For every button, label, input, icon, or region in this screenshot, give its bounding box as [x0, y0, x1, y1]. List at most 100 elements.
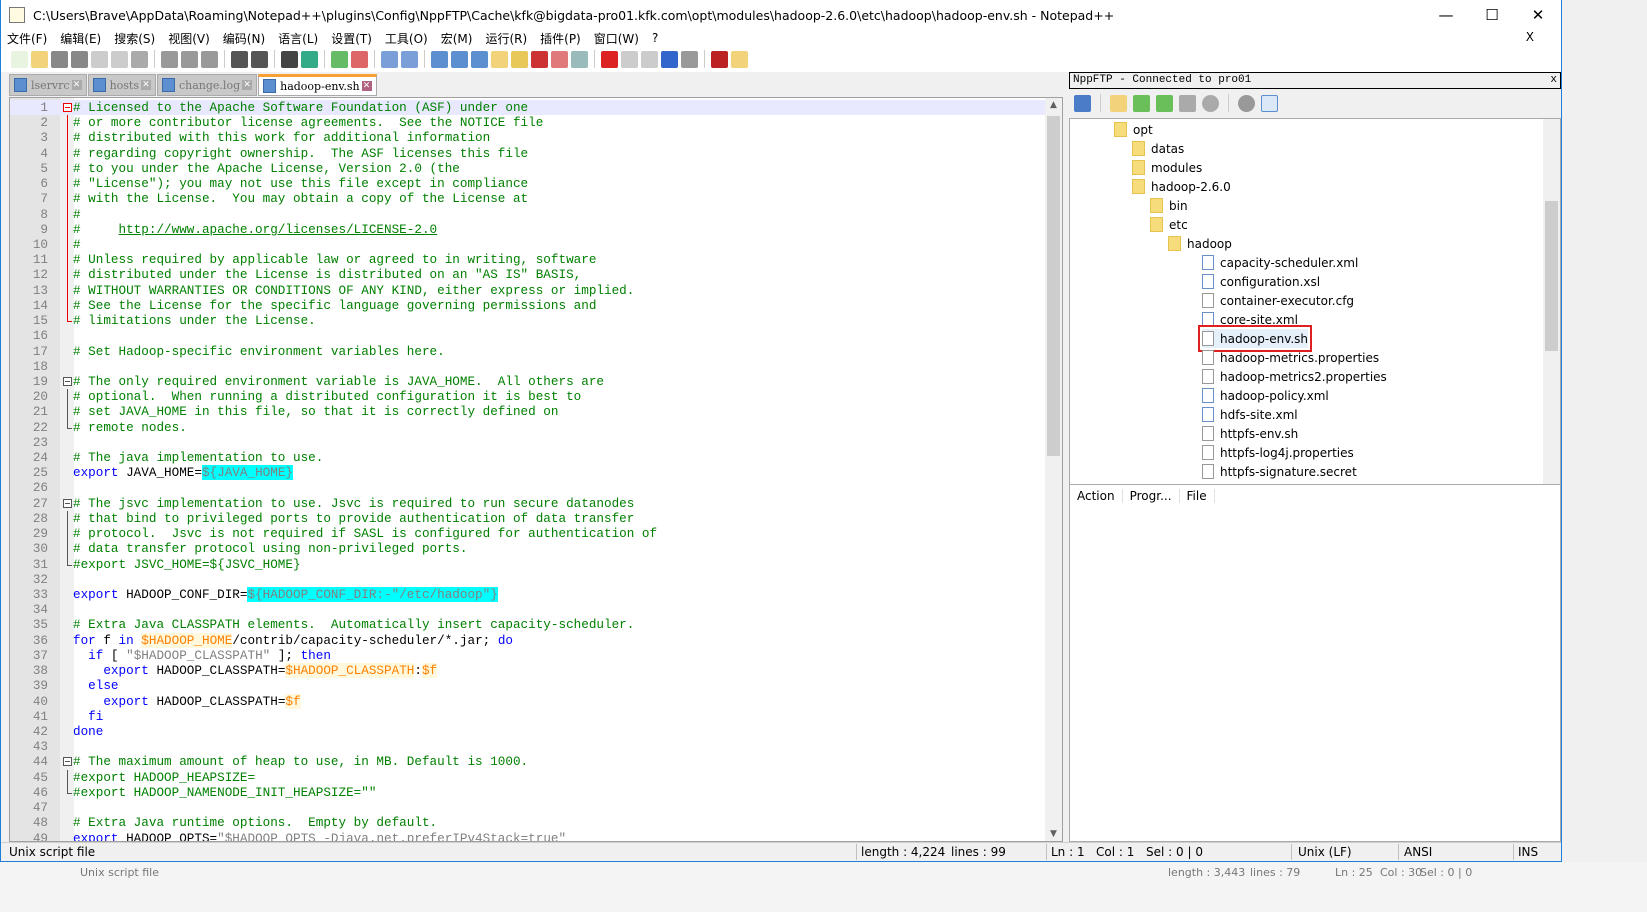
tree-folder[interactable]: opt — [1114, 120, 1153, 139]
undo-icon[interactable] — [231, 50, 248, 68]
code-line[interactable]: 38 export HADOOP_CLASSPATH=$HADOOP_CLASS… — [10, 663, 1046, 679]
menu-plugins[interactable]: 插件(P) — [540, 30, 581, 47]
code-line[interactable]: 35 # Extra Java CLASSPATH elements. Autom… — [10, 617, 1046, 632]
play-icon[interactable] — [641, 50, 658, 68]
code-line[interactable]: 28 # that bind to privileged ports to pro… — [10, 510, 1046, 527]
new-icon[interactable] — [11, 50, 28, 68]
tree-file[interactable]: container-executor.cfg — [1202, 291, 1354, 310]
tree-file[interactable]: capacity-scheduler.xml — [1202, 253, 1358, 272]
code-line[interactable]: 41 fi — [10, 709, 1046, 724]
udl-icon[interactable] — [491, 50, 508, 68]
menu-search[interactable]: 搜索(S) — [114, 30, 155, 47]
code-line[interactable]: 23 — [10, 435, 1046, 450]
tree-file[interactable]: hadoop-policy.xml — [1202, 386, 1329, 405]
code-line[interactable]: 49 export HADOOP_OPTS="$HADOOP_OPTS -Djav… — [10, 831, 1046, 842]
code-line[interactable]: 43 — [10, 739, 1046, 754]
panel-close-button[interactable]: x — [1550, 73, 1557, 88]
code-line[interactable]: 27 # The jsvc implementation to use. Jsvc… — [10, 496, 1046, 511]
cut-icon[interactable] — [161, 50, 178, 68]
tree-file[interactable]: httpfs-log4j.properties — [1202, 443, 1354, 462]
tree-folder[interactable]: datas — [1132, 139, 1184, 158]
column-progress[interactable]: Progr... — [1123, 489, 1180, 503]
tab-change-log[interactable]: change.log ✕ — [157, 74, 258, 96]
replace-icon[interactable] — [301, 50, 318, 68]
tree-folder[interactable]: bin — [1150, 196, 1188, 215]
code-line[interactable]: 39 else — [10, 678, 1046, 693]
tree-file[interactable]: hadoop-env.sh — [1197, 325, 1313, 352]
menu-window[interactable]: 窗口(W) — [594, 30, 639, 47]
indent-guide-icon[interactable] — [471, 50, 488, 68]
fold-toggle-icon[interactable] — [63, 496, 72, 511]
menu-settings[interactable]: 设置(T) — [331, 30, 372, 47]
tab-hosts[interactable]: hosts ✕ — [87, 74, 156, 96]
code-line[interactable]: 42 done — [10, 724, 1046, 739]
code-line[interactable]: 26 — [10, 480, 1046, 495]
tab-lservrc[interactable]: lservrc ✕ — [9, 74, 87, 96]
doc-map-icon[interactable] — [511, 50, 528, 68]
code-line[interactable]: 22 # remote nodes. — [10, 419, 1046, 435]
tab-close-icon[interactable]: ✕ — [361, 81, 372, 91]
folder-workspace-icon[interactable] — [551, 50, 568, 68]
save-macro-icon[interactable] — [681, 50, 698, 68]
menu-encoding[interactable]: 编码(N) — [223, 30, 265, 47]
stop-icon[interactable] — [621, 50, 638, 68]
tree-file[interactable]: hadoop-metrics2.properties — [1202, 367, 1387, 386]
code-line[interactable]: 6 # "License"); you may not use this file… — [10, 176, 1046, 192]
scrollbar-thumb[interactable] — [1545, 201, 1558, 351]
scroll-down-arrow-icon[interactable]: ▼ — [1045, 829, 1062, 839]
code-line[interactable]: 14 # See the License for the specific lan… — [10, 297, 1046, 314]
zoom-in-icon[interactable] — [331, 50, 348, 68]
settings-gear-icon[interactable] — [1238, 94, 1255, 112]
code-line[interactable]: 18 — [10, 359, 1046, 374]
record-icon[interactable] — [601, 50, 618, 68]
code-line[interactable]: 33 export HADOOP_CONF_DIR=${HADOOP_CONF_D… — [10, 587, 1046, 602]
code-line[interactable]: 34 — [10, 602, 1046, 617]
scroll-up-arrow-icon[interactable]: ▲ — [1045, 100, 1062, 110]
code-line[interactable]: 37 if [ "$HADOOP_CLASSPATH" ]; then — [10, 648, 1046, 663]
find-icon[interactable] — [281, 50, 298, 68]
upload-icon[interactable] — [1156, 94, 1173, 112]
close-all-icon[interactable] — [111, 50, 128, 68]
code-line[interactable]: 19 # The only required environment variab… — [10, 374, 1046, 389]
scrollbar-thumb[interactable] — [1047, 116, 1060, 456]
code-editor[interactable]: 1 # Licensed to the Apache Software Found… — [9, 97, 1063, 842]
menu-file[interactable]: 文件(F) — [7, 30, 47, 47]
code-line[interactable]: 48 # Extra Java runtime options. Empty by… — [10, 815, 1046, 830]
abort-icon[interactable] — [1202, 94, 1219, 112]
code-line[interactable]: 44 # The maximum amount of heap to use, i… — [10, 754, 1046, 769]
redo-icon[interactable] — [251, 50, 268, 68]
code-line[interactable]: 7 # with the License. You may obtain a co… — [10, 191, 1046, 207]
column-action[interactable]: Action — [1070, 489, 1123, 503]
code-line[interactable]: 25 export JAVA_HOME=${JAVA_HOME} — [10, 465, 1046, 481]
code-line[interactable]: 5 # to you under the Apache License, Vers… — [10, 160, 1046, 177]
code-line[interactable]: 21 # set JAVA_HOME in this file, so that … — [10, 404, 1046, 420]
tab-close-icon[interactable]: ✕ — [242, 80, 253, 90]
connect-icon[interactable] — [1074, 94, 1091, 112]
tree-file[interactable]: hdfs-site.xml — [1202, 405, 1298, 424]
code-line[interactable]: 11 # Unless required by applicable law or… — [10, 252, 1046, 268]
menu-edit[interactable]: 编辑(E) — [60, 30, 101, 47]
code-line[interactable]: 20 # optional. When running a distributed… — [10, 389, 1046, 405]
tree-folder[interactable]: hadoop-2.6.0 — [1132, 177, 1231, 196]
tab-hadoop-env-sh[interactable]: hadoop-env.sh ✕ — [258, 74, 377, 96]
code-line[interactable]: 47 — [10, 800, 1046, 815]
code-line[interactable]: 31 #export JSVC_HOME=${JSVC_HOME} — [10, 556, 1046, 572]
code-line[interactable]: 13 # WITHOUT WARRANTIES OR CONDITIONS OF … — [10, 282, 1046, 299]
spell-auto-icon[interactable] — [731, 50, 748, 68]
code-line[interactable]: 2 # or more contributor license agreement… — [10, 115, 1046, 131]
code-line[interactable]: 30 # data transfer protocol using non-pri… — [10, 541, 1046, 557]
code-line[interactable]: 46 #export HADOOP_NAMENODE_INIT_HEAPSIZE=… — [10, 784, 1046, 800]
show-all-icon[interactable] — [451, 50, 468, 68]
fold-toggle-icon[interactable] — [63, 100, 72, 115]
code-line[interactable]: 4 # regarding copyright ownership. The AS… — [10, 145, 1046, 162]
tree-file[interactable]: configuration.xsl — [1202, 272, 1320, 291]
tree-file[interactable]: httpfs-signature.secret — [1202, 462, 1357, 481]
token[interactable]: http://www.apache.org/licenses/LICENSE-2… — [119, 222, 438, 237]
tab-close-icon[interactable]: ✕ — [141, 80, 151, 90]
refresh-icon[interactable] — [1179, 94, 1196, 112]
tree-folder[interactable]: modules — [1132, 158, 1202, 177]
vertical-scrollbar[interactable]: ▲ ▼ — [1045, 98, 1062, 841]
spell-check-icon[interactable] — [711, 50, 728, 68]
code-line[interactable]: 36 for f in $HADOOP_HOME/contrib/capacity… — [10, 632, 1046, 648]
code-line[interactable]: 45 #export HADOOP_HEAPSIZE= — [10, 769, 1046, 786]
